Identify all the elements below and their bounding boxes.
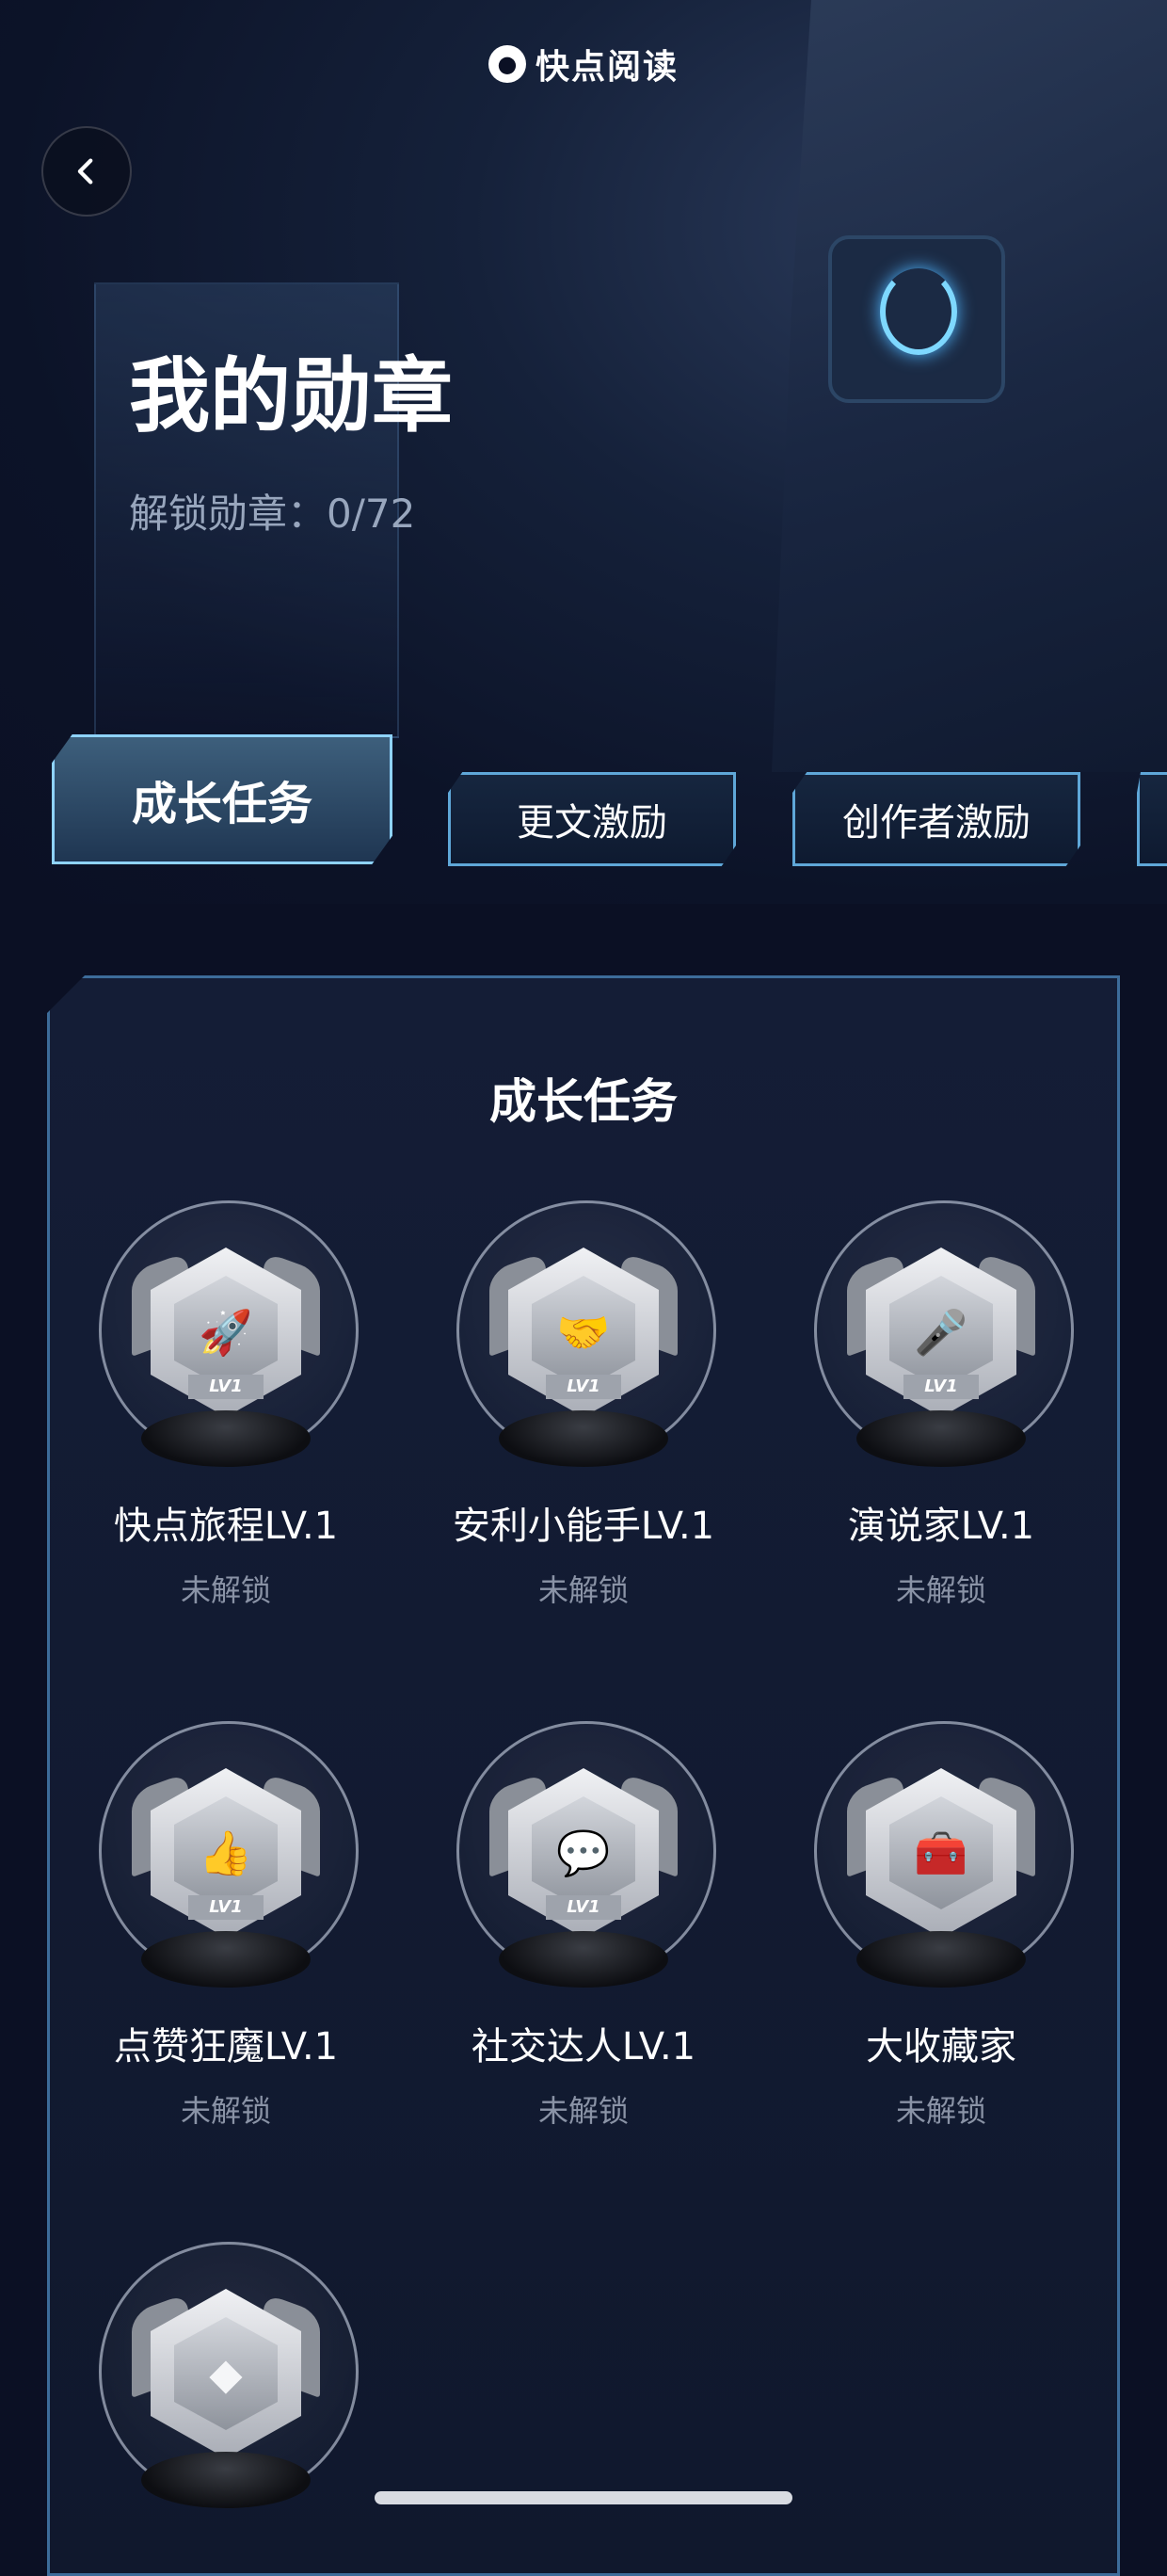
medal-base xyxy=(856,1931,1026,1988)
badge-card[interactable]: 🧰 大收藏家 未解锁 xyxy=(809,1716,1074,2131)
unlock-count: 0/72 xyxy=(327,491,416,537)
app-logo: ● 快点阅读 xyxy=(0,40,1167,89)
badge-name: 大收藏家 xyxy=(866,2025,1016,2069)
badge-name: 安利小能手LV.1 xyxy=(452,1505,715,1548)
badge-card[interactable]: ◆ xyxy=(94,2237,359,2520)
badge-medal: 🎤 LV1 xyxy=(809,1196,1074,1478)
badge-card[interactable]: 🤝 LV1 安利小能手LV.1 未解锁 xyxy=(452,1196,716,1610)
chevron-left-icon xyxy=(77,158,93,185)
medal-base xyxy=(141,2452,311,2508)
paw-icon: ● xyxy=(488,45,526,83)
badge-status: 未解锁 xyxy=(895,1572,986,1608)
level-tag: LV1 xyxy=(188,1375,264,1399)
level-tag: LV1 xyxy=(188,1895,264,1920)
unlock-count-text: 解锁勋章：0/72 xyxy=(129,482,415,539)
badge-status: 未解锁 xyxy=(537,2093,629,2129)
badge-medal: 🤝 LV1 xyxy=(452,1196,716,1478)
level-tag: LV1 xyxy=(546,1375,621,1399)
badge-card[interactable]: 🎤 LV1 演说家LV.1 未解锁 xyxy=(809,1196,1074,1610)
level-tag: LV1 xyxy=(546,1895,621,1920)
badge-name: 快点旅程LV.1 xyxy=(113,1505,339,1548)
badge-name: 社交达人LV.1 xyxy=(471,2025,696,2069)
tab-more-partial[interactable] xyxy=(1137,772,1167,866)
back-button[interactable] xyxy=(41,126,132,217)
badge-card[interactable]: 💬 LV1 社交达人LV.1 未解锁 xyxy=(452,1716,716,2131)
unlock-label: 解锁勋章： xyxy=(129,491,328,537)
badge-medal: 💬 LV1 xyxy=(452,1716,716,1999)
tab-creator-incentive[interactable]: 创作者激励 xyxy=(792,772,1080,866)
badge-name: 演说家LV.1 xyxy=(847,1505,1035,1548)
badge-status: 未解锁 xyxy=(180,2093,271,2129)
badge-status: 未解锁 xyxy=(180,1572,271,1608)
page-title: 我的勋章 xyxy=(129,349,453,443)
hero-swirl-decoration xyxy=(880,268,957,355)
home-indicator[interactable] xyxy=(375,2491,792,2504)
badge-medal: 🚀 LV1 xyxy=(94,1196,359,1478)
tab-growth-tasks[interactable]: 成长任务 xyxy=(52,734,392,864)
badge-card[interactable]: 🚀 LV1 快点旅程LV.1 未解锁 xyxy=(94,1196,359,1610)
badge-name: 点赞狂魔LV.1 xyxy=(113,2025,339,2069)
medal-base xyxy=(856,1410,1026,1467)
medal-base xyxy=(499,1410,668,1467)
medal-base xyxy=(141,1931,311,1988)
tab-update-incentive[interactable]: 更文激励 xyxy=(448,772,736,866)
level-tag: LV1 xyxy=(903,1375,979,1399)
badge-status: 未解锁 xyxy=(537,1572,629,1608)
badge-status: 未解锁 xyxy=(895,2093,986,2129)
badge-medal: ◆ xyxy=(94,2237,359,2520)
badge-card[interactable]: 👍 LV1 点赞狂魔LV.1 未解锁 xyxy=(94,1716,359,2131)
badge-medal: 👍 LV1 xyxy=(94,1716,359,1999)
app-logo-text: 快点阅读 xyxy=(535,48,679,87)
badge-medal: 🧰 xyxy=(809,1716,1074,1999)
medal-base xyxy=(499,1931,668,1988)
medal-base xyxy=(141,1410,311,1467)
panel-title: 成长任务 xyxy=(489,1074,678,1129)
